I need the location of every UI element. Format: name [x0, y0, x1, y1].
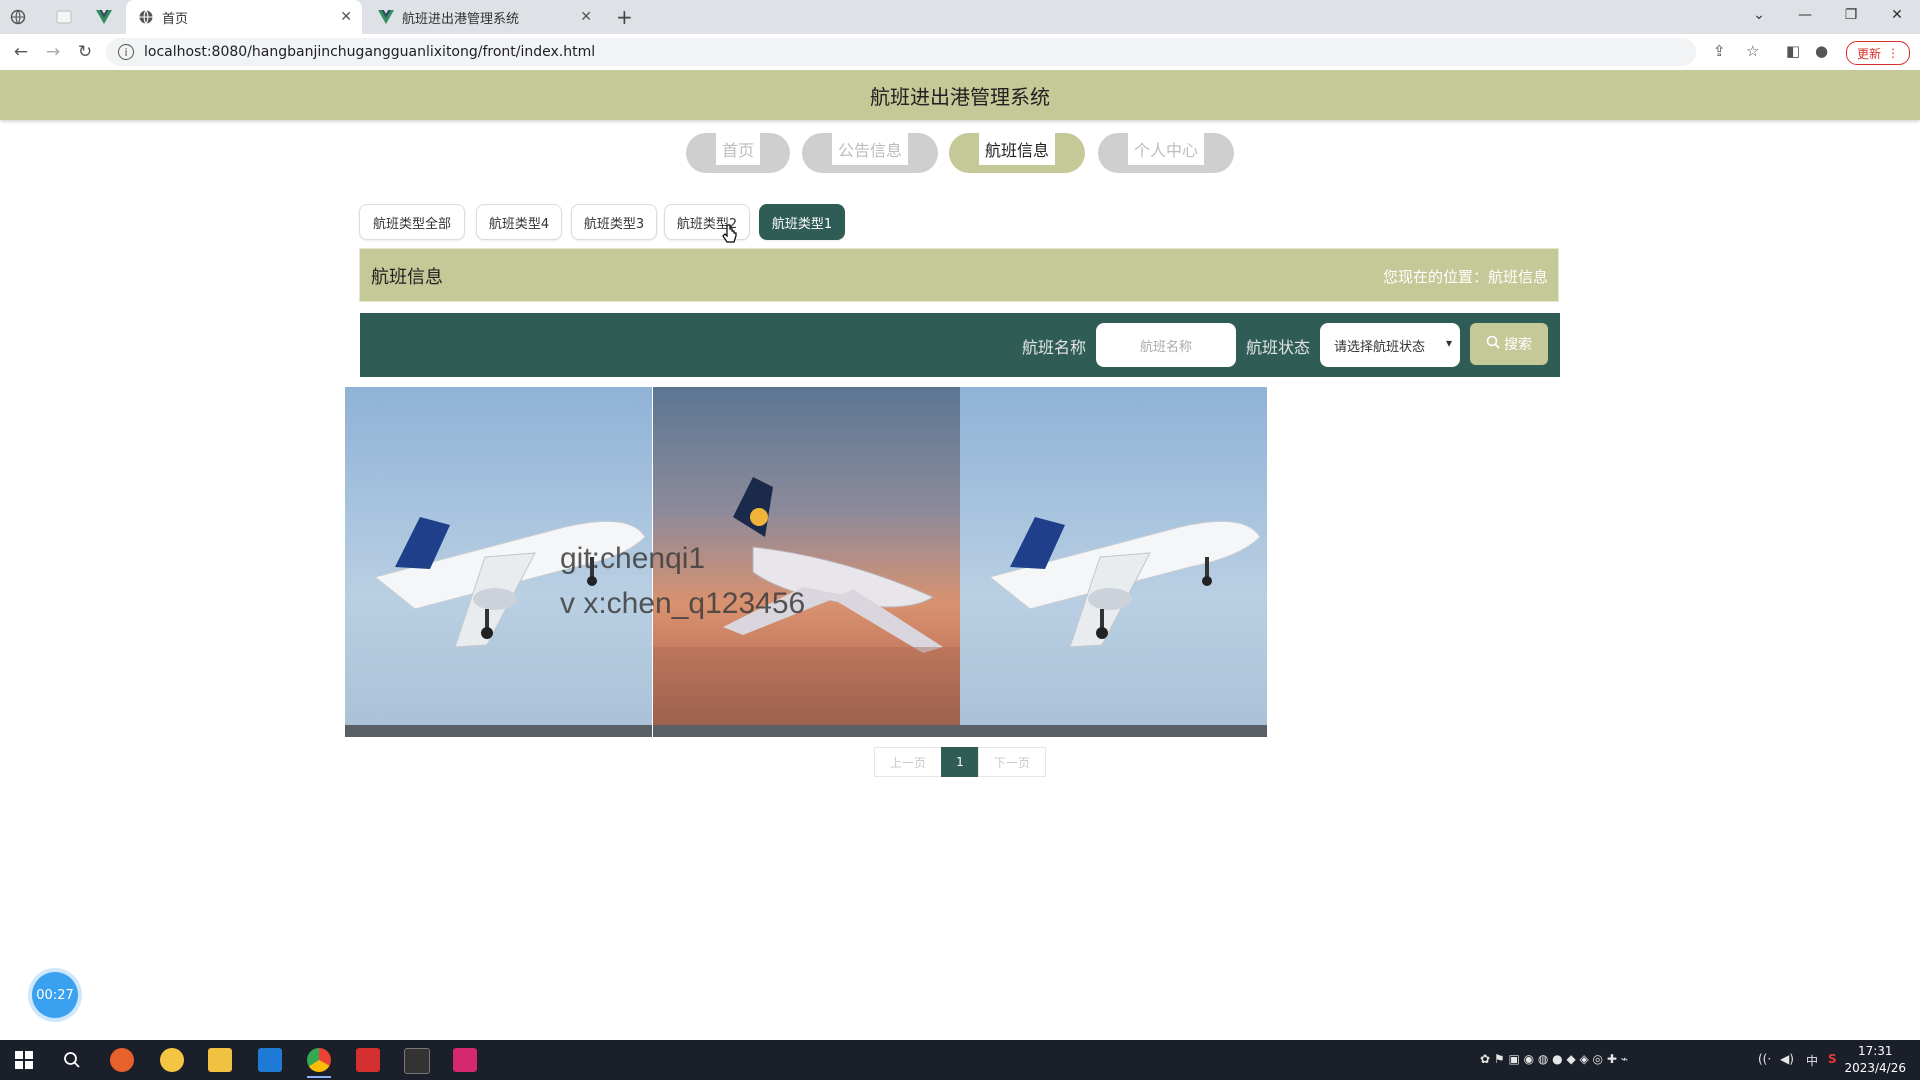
nav-personal-center-label: 个人中心 — [1128, 133, 1204, 165]
url-bar[interactable]: i localhost:8080/hangbanjinchugangguanli… — [106, 38, 1696, 66]
ime-indicator[interactable]: 中 — [1806, 1052, 1818, 1069]
page-number-current[interactable]: 1 — [941, 747, 979, 777]
watermark-text: v x:chen_q123456 — [560, 587, 806, 620]
type-filter-3[interactable]: 航班类型3 — [571, 204, 657, 240]
firefox-icon[interactable] — [110, 1048, 134, 1072]
address-toolbar: ← → ↻ i localhost:8080/hangbanjinchugang… — [0, 34, 1920, 71]
system-clock[interactable]: 17:31 2023/4/26 — [1844, 1043, 1906, 1077]
watermark-text: git:chenqi1 — [560, 542, 706, 575]
back-arrow-icon[interactable]: ← — [10, 42, 32, 62]
globe-icon — [10, 9, 26, 25]
profile-avatar-icon[interactable]: ● — [1815, 42, 1828, 60]
forward-arrow-icon[interactable]: → — [42, 42, 64, 62]
new-tab-button[interactable]: + — [616, 0, 636, 34]
wps-icon[interactable] — [356, 1048, 380, 1072]
minimize-button[interactable]: — — [1782, 0, 1828, 30]
globe-icon — [138, 9, 154, 25]
caption-strip — [345, 725, 652, 737]
next-page-button[interactable]: 下一页 — [978, 747, 1046, 777]
flight-status-select[interactable]: 请选择航班状态 ▾ — [1320, 323, 1460, 367]
search-button-label: 搜索 — [1504, 337, 1532, 353]
chat-app-icon[interactable] — [160, 1048, 184, 1072]
tab-home[interactable]: 首页 ✕ — [126, 0, 362, 34]
caption-strip — [960, 725, 1267, 737]
tray-icons[interactable]: ✿ ⚑ ▣ ◉ ◍ ● ◆ ◈ ◎ ✚ ⌁ — [1480, 1052, 1628, 1066]
vue-logo-icon — [96, 9, 112, 25]
search-bar: 航班名称 航班名称 航班状态 请选择航班状态 ▾ 搜索 — [360, 313, 1560, 377]
close-tab-icon[interactable]: ✕ — [580, 9, 592, 25]
vue-logo-icon — [378, 9, 394, 25]
clock-date: 2023/4/26 — [1844, 1061, 1906, 1075]
close-tab-icon[interactable]: ✕ — [340, 9, 352, 25]
tab-title: 航班进出港管理系统 — [402, 11, 520, 27]
mouse-pointer-icon — [722, 224, 738, 250]
url-text: localhost:8080/hangbanjinchugangguanlixi… — [144, 44, 596, 60]
share-icon[interactable]: ⇪ — [1713, 42, 1726, 60]
active-app-indicator — [307, 1076, 331, 1078]
search-icon — [1486, 335, 1500, 353]
airplane-photo — [988, 517, 1261, 648]
flight-name-label: 航班名称 — [1022, 338, 1087, 357]
vscode-icon[interactable] — [258, 1048, 282, 1072]
clock-time: 17:31 — [1857, 1044, 1893, 1058]
flight-status-selected: 请选择航班状态 — [1334, 339, 1426, 355]
blank-page-icon — [56, 9, 72, 25]
search-icon[interactable] — [60, 1048, 84, 1072]
nav-announcements-label: 公告信息 — [832, 133, 908, 165]
type-filter-4[interactable]: 航班类型4 — [476, 204, 562, 240]
search-button[interactable]: 搜索 — [1470, 323, 1548, 365]
nav-flights-label: 航班信息 — [979, 133, 1055, 165]
menu-dots-icon: ⋮ — [1887, 46, 1899, 60]
update-button[interactable]: 更新 ⋮ — [1846, 41, 1910, 65]
breadcrumb: 您现在的位置：航班信息 — [1382, 268, 1548, 286]
section-title: 航班信息 — [371, 267, 443, 288]
tab-flight-system[interactable]: 航班进出港管理系统 ✕ — [366, 0, 602, 34]
prev-page-button[interactable]: 上一页 — [874, 747, 942, 777]
update-label: 更新 — [1856, 46, 1881, 61]
recording-timer[interactable]: 00:27 — [32, 972, 78, 1018]
site-info-icon[interactable]: i — [118, 44, 134, 60]
chrome-icon[interactable] — [307, 1048, 331, 1072]
close-window-button[interactable]: ✕ — [1874, 0, 1920, 30]
wifi-icon[interactable]: ((· — [1758, 1052, 1771, 1066]
windows-start-icon[interactable] — [12, 1048, 36, 1072]
tab-pinned-3[interactable] — [96, 0, 124, 34]
intellij-icon[interactable] — [453, 1048, 477, 1072]
tab-title: 首页 — [162, 11, 189, 27]
site-title: 航班进出港管理系统 — [870, 84, 1050, 109]
type-filter-all[interactable]: 航班类型全部 — [359, 204, 465, 240]
file-explorer-icon[interactable] — [208, 1048, 232, 1072]
browser-tab-strip: 首页 ✕ 航班进出港管理系统 ✕ + ⌄ — ❐ ✕ — [0, 0, 1920, 34]
restore-button[interactable]: ❐ — [1828, 0, 1874, 30]
type-filter-1[interactable]: 航班类型1 — [759, 204, 845, 240]
section-header: 航班信息 您现在的位置：航班信息 — [359, 248, 1559, 302]
volume-icon[interactable]: ◀) — [1780, 1052, 1794, 1066]
sogou-ime-icon[interactable]: S — [1828, 1052, 1837, 1066]
nav-home-label: 首页 — [716, 133, 760, 165]
chevron-down-icon: ▾ — [1445, 336, 1452, 350]
flight-gallery: git:chenqi1 v x:chen_q123456 — [345, 387, 1267, 737]
terminal-icon[interactable] — [404, 1048, 430, 1074]
tab-pinned-2[interactable] — [56, 0, 92, 34]
os-taskbar: ✿ ⚑ ▣ ◉ ◍ ● ◆ ◈ ◎ ✚ ⌁ ((· ◀) 中 S 17:31 2… — [0, 1040, 1920, 1080]
reload-icon[interactable]: ↻ — [74, 42, 96, 62]
tab-pinned-1[interactable] — [10, 0, 46, 34]
nav-personal-center[interactable]: 个人中心 — [1098, 133, 1234, 173]
nav-flights[interactable]: 航班信息 — [949, 133, 1085, 173]
flight-card-image[interactable] — [960, 387, 1267, 737]
nav-announcements[interactable]: 公告信息 — [802, 133, 938, 173]
flight-name-input[interactable]: 航班名称 — [1096, 323, 1236, 367]
side-panel-icon[interactable]: ◧ — [1786, 42, 1800, 60]
nav-home[interactable]: 首页 — [686, 133, 790, 173]
site-header: 航班进出港管理系统 — [0, 70, 1920, 120]
bookmark-star-icon[interactable]: ☆ — [1746, 42, 1759, 60]
caption-strip — [653, 725, 960, 737]
flight-status-label: 航班状态 — [1246, 338, 1311, 357]
tab-search-icon[interactable]: ⌄ — [1736, 0, 1782, 30]
